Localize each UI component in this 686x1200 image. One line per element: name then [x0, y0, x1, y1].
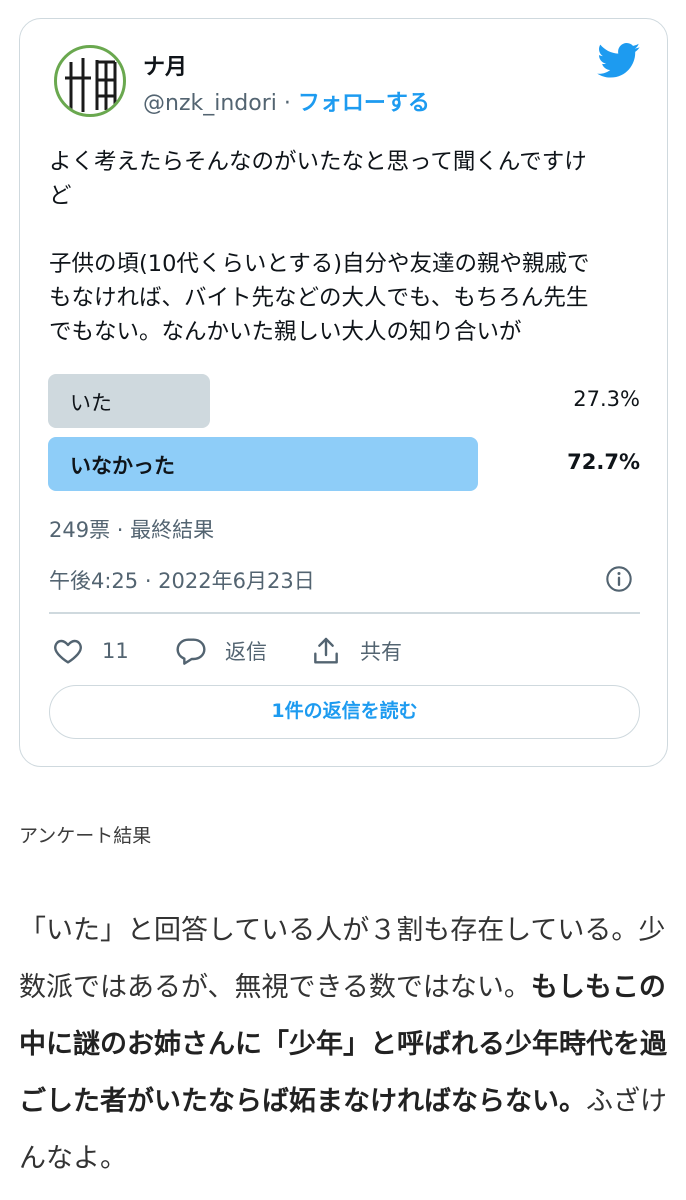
poll-summary: 249票 · 最終結果 [49, 518, 215, 542]
tweet-card: ナ月 @nzk_indori · フォローする よく考えたらそんなのがいたなと思… [19, 18, 668, 767]
display-name[interactable]: ナ月 [143, 49, 187, 81]
reply-button[interactable]: 返信 [175, 633, 267, 669]
read-replies-button[interactable]: 1件の返信を読む [49, 685, 640, 739]
separator: · [276, 91, 298, 116]
tweet-text: よく考えたらそんなのがいたなと思って聞くんですけ ど 子供の頃(10代くらいとす… [49, 145, 649, 349]
article-paragraph: 「いた」と回答している人が３割も存在している。少数派ではあるが、無視できる数では… [19, 902, 669, 1187]
tweet-line: よく考えたらそんなのがいたなと思って聞くんですけ [49, 149, 587, 175]
heart-icon [54, 639, 82, 664]
poll-option-label: いなかった [70, 454, 175, 478]
tweet-line: 子供の頃(10代くらいとする)自分や友達の親や親戚で [49, 251, 590, 277]
share-label: 共有 [360, 640, 402, 664]
info-icon[interactable] [605, 565, 633, 593]
tweet-line: でもない。なんかいた親しい大人の知り合いが [49, 319, 522, 345]
embed-caption: アンケート結果 [19, 825, 152, 847]
poll-option-inakatta: いなかった 72.7% [48, 437, 640, 491]
follow-button[interactable]: フォローする [298, 91, 430, 116]
poll-option-percent: 27.3% [573, 387, 640, 411]
avatar[interactable] [54, 45, 126, 117]
share-icon [314, 637, 338, 664]
avatar-logo-icon [65, 58, 117, 112]
tweet-line: もなければ、バイト先などの大人でも、もちろん先生 [49, 285, 589, 311]
poll-option-ita: いた 27.3% [48, 374, 640, 428]
handle[interactable]: @nzk_indori [143, 91, 277, 116]
poll-option-label: いた [70, 391, 112, 415]
poll-option-percent: 72.7% [567, 450, 640, 474]
twitter-bird-icon[interactable] [597, 43, 641, 79]
tweet-line: ど [49, 183, 72, 209]
like-count: 11 [102, 639, 129, 663]
like-button[interactable]: 11 [52, 633, 129, 669]
handle-row: @nzk_indori · フォローする [143, 85, 430, 117]
reply-bubble-icon [176, 638, 206, 665]
timestamp[interactable]: 午後4:25 · 2022年6月23日 [49, 565, 315, 595]
share-button[interactable]: 共有 [310, 633, 402, 669]
reply-label: 返信 [225, 640, 267, 664]
divider [49, 612, 640, 614]
